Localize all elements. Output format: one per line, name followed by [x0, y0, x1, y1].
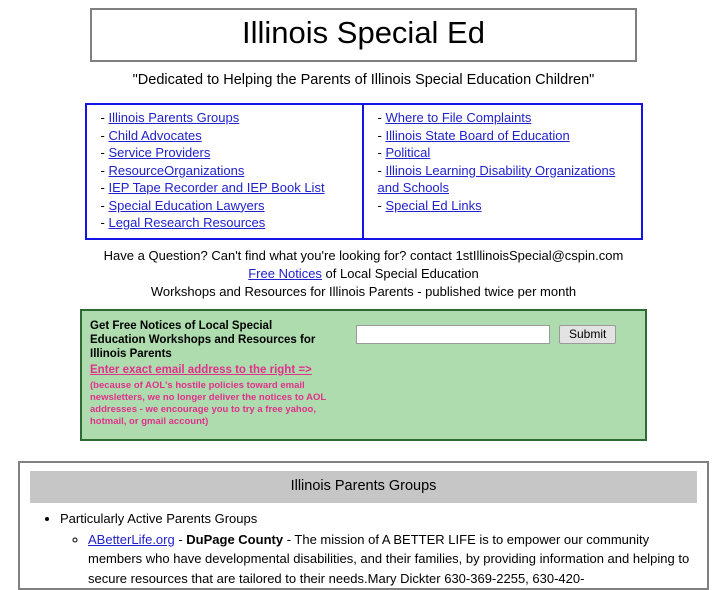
entry-separator: -	[174, 531, 187, 547]
link-free-notices[interactable]: Free Notices	[248, 266, 322, 281]
page-root: Illinois Special Ed "Dedicated to Helpin…	[0, 8, 727, 590]
newsletter-signup-box: Get Free Notices of Local Special Educat…	[80, 308, 647, 441]
free-notices-suffix: of Local Special Education	[321, 265, 479, 281]
link-iep-tape-recorder-and-iep-book-list[interactable]: IEP Tape Recorder and IEP Book List	[108, 180, 324, 195]
nav-item-special-ed-links: - Special Ed Links	[364, 197, 641, 215]
link-political[interactable]: Political	[385, 145, 430, 160]
illinois-parents-groups-section: Illinois Parents Groups Particularly Act…	[18, 460, 709, 590]
bullet-dash: -	[377, 197, 382, 213]
submit-button[interactable]: Submit	[559, 324, 617, 344]
page-title: Illinois Special Ed	[242, 15, 485, 50]
nav-left-column: - Illinois Parents Groups - Child Advoca…	[87, 105, 364, 238]
workshops-line: Workshops and Resources for Illinois Par…	[150, 283, 577, 299]
link-illinois-parents-groups[interactable]: Illinois Parents Groups	[108, 110, 239, 125]
site-title-box: Illinois Special Ed	[90, 8, 637, 62]
bullet-dash: -	[100, 180, 105, 195]
link-special-ed-links[interactable]: Special Ed Links	[385, 198, 481, 213]
nav-item-where-to-file-complaints: - Where to File Complaints	[364, 109, 641, 127]
parents-groups-list: Particularly Active Parents Groups ABett…	[30, 510, 697, 589]
nav-item-illinois-learning-disability-organizations: - Illinois Learning Disability Organizat…	[364, 162, 641, 197]
nav-item-illinois-state-board-of-education: - Illinois State Board of Education	[364, 127, 641, 145]
link-illinois-state-board-of-education[interactable]: Illinois State Board of Education	[385, 128, 569, 143]
bullet-dash: -	[100, 127, 105, 143]
link-resource-organizations[interactable]: ResourceOrganizations	[108, 163, 244, 178]
link-illinois-learning-disability-organizations-and-schools[interactable]: Illinois Learning Disability Organizatio…	[378, 163, 616, 196]
bullet-dash: -	[100, 215, 105, 230]
nav-item-special-education-lawyers: - Special Education Lawyers	[87, 197, 362, 215]
nav-item-legal-research-resources: - Legal Research Resources	[87, 214, 362, 232]
bullet-dash: -	[377, 110, 382, 125]
link-special-education-lawyers[interactable]: Special Education Lawyers	[108, 198, 264, 213]
bullet-dash: -	[100, 197, 105, 213]
contact-question-line: Have a Question? Can't find what you're …	[103, 247, 624, 263]
bullet-dash: -	[377, 162, 382, 178]
bullet-dash: -	[100, 162, 105, 178]
nav-right-column: - Where to File Complaints - Illinois St…	[364, 105, 641, 238]
nav-item-political: - Political	[364, 144, 641, 162]
nav-item-child-advocates: - Child Advocates	[87, 127, 362, 145]
signup-heading: Get Free Notices of Local Special Educat…	[90, 319, 316, 360]
site-tagline: "Dedicated to Helping the Parents of Ill…	[132, 72, 595, 88]
bullet-dash: -	[100, 110, 105, 125]
nav-item-resource-organizations: - ResourceOrganizations	[87, 162, 362, 180]
bullet-dash: -	[100, 145, 105, 160]
signup-aol-note: (because of AOL's hostile policies towar…	[90, 379, 326, 428]
bullet-dash: -	[377, 145, 382, 160]
link-child-advocates[interactable]: Child Advocates	[108, 128, 201, 143]
section-heading: Illinois Parents Groups	[30, 470, 697, 503]
nav-item-iep-tape-recorder: - IEP Tape Recorder and IEP Book List	[87, 179, 362, 197]
signup-cta-link[interactable]: Enter exact email address to the right =…	[90, 363, 330, 378]
active-groups-sublist: ABetterLife.org - DuPage County - The mi…	[60, 530, 697, 589]
nav-item-illinois-parents-groups: - Illinois Parents Groups	[87, 109, 362, 127]
signup-form: Submit	[356, 319, 617, 344]
link-service-providers[interactable]: Service Providers	[108, 145, 210, 160]
list-item-label: Particularly Active Parents Groups	[60, 510, 258, 526]
nav-links-table: - Illinois Parents Groups - Child Advoca…	[84, 103, 643, 240]
entry-county: DuPage County	[186, 531, 284, 547]
bullet-dash: -	[377, 127, 382, 143]
free-notices-line: Free Notices of Local Special Education	[0, 265, 727, 282]
list-item: ABetterLife.org - DuPage County - The mi…	[88, 530, 697, 589]
link-legal-research-resources[interactable]: Legal Research Resources	[108, 215, 265, 230]
email-input[interactable]	[356, 324, 550, 344]
nav-item-service-providers: - Service Providers	[87, 144, 362, 162]
signup-text-column: Get Free Notices of Local Special Educat…	[90, 319, 330, 429]
list-item: Particularly Active Parents Groups ABett…	[60, 510, 697, 589]
link-where-to-file-complaints[interactable]: Where to File Complaints	[385, 110, 531, 125]
link-abetterlife-org[interactable]: ABetterLife.org	[88, 532, 175, 547]
